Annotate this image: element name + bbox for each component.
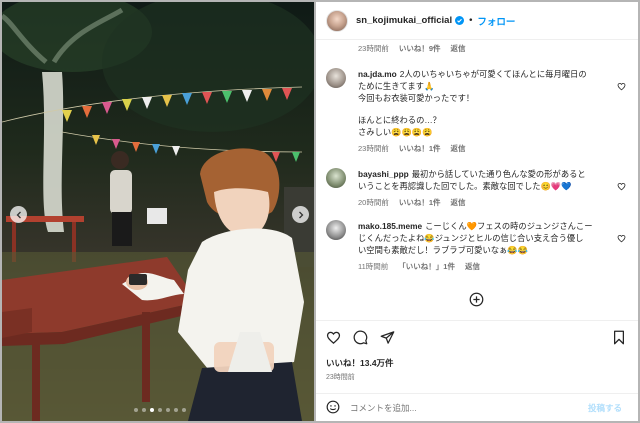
commenter-username[interactable]: na.jda.mo: [358, 69, 397, 79]
comment-text: ほんとに終わるの…？: [358, 115, 441, 125]
commenter-avatar[interactable]: [326, 168, 346, 188]
comment-body: na.jda.mo 2人のいちゃいちゃが可愛くてほんとに毎月曜日の ために生きてま…: [358, 68, 606, 155]
heart-icon[interactable]: [617, 76, 626, 95]
reply-button[interactable]: 返信: [451, 143, 466, 155]
post-actions: いいね！13.4万件 23時間前 投稿する: [316, 320, 638, 421]
comment-text: い空間も素敵だし！ラブラブ可愛いなぁ😂😂: [358, 245, 529, 255]
header-separator: •: [468, 15, 474, 26]
commenter-avatar[interactable]: [326, 68, 346, 88]
slide-dot-active: [150, 408, 154, 412]
like-button[interactable]: [326, 330, 341, 349]
comment-text: 2人のいちゃいちゃが可愛くてほんとに毎月曜日の: [399, 69, 587, 79]
slide-dot: [182, 408, 186, 412]
slide-dot: [166, 408, 170, 412]
previous-comment-meta: 23時間前 いいね！9件 返信: [358, 43, 466, 54]
commenter-username[interactable]: mako.185.meme: [358, 221, 422, 231]
comment-time: 11時間前: [358, 262, 389, 271]
reply-button[interactable]: 返信: [465, 261, 480, 273]
bookmark-icon: [614, 330, 624, 345]
reply-button[interactable]: 返信: [451, 197, 466, 209]
comment-text: 今回もお衣装可愛かったです！: [358, 93, 475, 103]
share-icon: [380, 331, 395, 344]
post-header: sn_kojimukai_official • フォロー: [316, 2, 638, 40]
post-side-panel: sn_kojimukai_official • フォロー 23時間前 いいね！9…: [316, 2, 638, 421]
comment-text: 最初から話していた通り色んな愛の形があると: [411, 169, 586, 179]
verified-icon: [455, 16, 465, 25]
comments-list[interactable]: 23時間前 いいね！9件 返信 na.jda.mo 2人のいちゃいちゃが可愛くてほ…: [316, 40, 638, 320]
comment-likes[interactable]: いいね！1件: [399, 143, 441, 155]
comment-body: bayashi_ppp 最初から話していた通り色んな愛の形があると いうことを再認…: [358, 168, 606, 209]
heart-icon[interactable]: [617, 228, 626, 247]
comment-text: さみしい😩😩😩😩: [358, 127, 433, 137]
chevron-right-icon: [298, 211, 303, 218]
comment-time: 20時間前: [358, 198, 389, 207]
comment-button[interactable]: [353, 330, 368, 349]
comment-time: 23時間前: [358, 144, 389, 153]
comment-meta: 23時間前 いいね！1件 返信: [358, 143, 606, 155]
comment-likes[interactable]: 「いいね！」1件: [398, 261, 455, 273]
comment-text: いうことを再認識した回でした。素敵な回でした😊💗💙: [358, 181, 572, 191]
comment-likes[interactable]: いいね！1件: [399, 197, 441, 209]
author-username[interactable]: sn_kojimukai_official: [356, 15, 452, 26]
slide-dot: [134, 408, 138, 412]
follow-button[interactable]: フォロー: [477, 14, 515, 28]
comment-text: じくんだったよね😂ジュンジとヒルの信じ合い支え合う優し: [358, 233, 584, 243]
comment-item: na.jda.mo 2人のいちゃいちゃが可愛くてほんとに毎月曜日の ために生きてま…: [326, 68, 628, 155]
instagram-post: sn_kojimukai_official • フォロー 23時間前 いいね！9…: [0, 0, 640, 423]
post-photo[interactable]: [2, 2, 314, 421]
avatar[interactable]: [326, 9, 348, 32]
comment-spacer: [358, 104, 606, 114]
emoji-button[interactable]: [326, 399, 340, 418]
slide-dot: [158, 408, 162, 412]
chevron-left-icon: [16, 211, 21, 218]
comment-item: mako.185.meme こーじくん🧡フェスの時のジュンジさんこー じくんだった…: [326, 220, 628, 273]
load-more-comments-button[interactable]: [469, 292, 484, 311]
emoji-icon: [326, 400, 340, 413]
comment-time: 23時間前: [358, 44, 389, 53]
slide-dot: [174, 408, 178, 412]
previous-slide-button[interactable]: [10, 206, 27, 223]
photo-scene: [2, 2, 314, 421]
next-slide-button[interactable]: [292, 206, 309, 223]
comment-meta: 11時間前 「いいね！」1件 返信: [358, 261, 606, 273]
comment-item: bayashi_ppp 最初から話していた通り色んな愛の形があると いうことを再認…: [326, 168, 628, 209]
add-comment-bar: 投稿する: [316, 393, 638, 422]
save-button[interactable]: [612, 330, 626, 349]
comment-meta: 20時間前 いいね！1件 返信: [358, 197, 606, 209]
comment-body: mako.185.meme こーじくん🧡フェスの時のジュンジさんこー じくんだった…: [358, 220, 606, 273]
heart-icon[interactable]: [617, 176, 626, 195]
like-count[interactable]: いいね！13.4万件: [326, 357, 394, 369]
share-button[interactable]: [380, 330, 395, 349]
comment-text: ために生きてます🙏: [358, 81, 435, 91]
slide-indicator: [134, 408, 186, 412]
commenter-avatar[interactable]: [326, 220, 346, 240]
post-comment-button[interactable]: 投稿する: [588, 402, 622, 414]
action-icons: [326, 330, 395, 349]
comment-icon: [353, 330, 368, 345]
heart-icon: [326, 331, 341, 344]
comment-likes[interactable]: いいね！9件: [399, 43, 441, 54]
post-timestamp[interactable]: 23時間前: [326, 372, 355, 382]
comment-input[interactable]: [350, 403, 576, 413]
commenter-username[interactable]: bayashi_ppp: [358, 169, 409, 179]
plus-circle-icon: [469, 292, 484, 307]
reply-button[interactable]: 返信: [451, 43, 466, 54]
slide-dot: [142, 408, 146, 412]
comment-text: こーじくん🧡フェスの時のジュンジさんこー: [425, 221, 593, 231]
